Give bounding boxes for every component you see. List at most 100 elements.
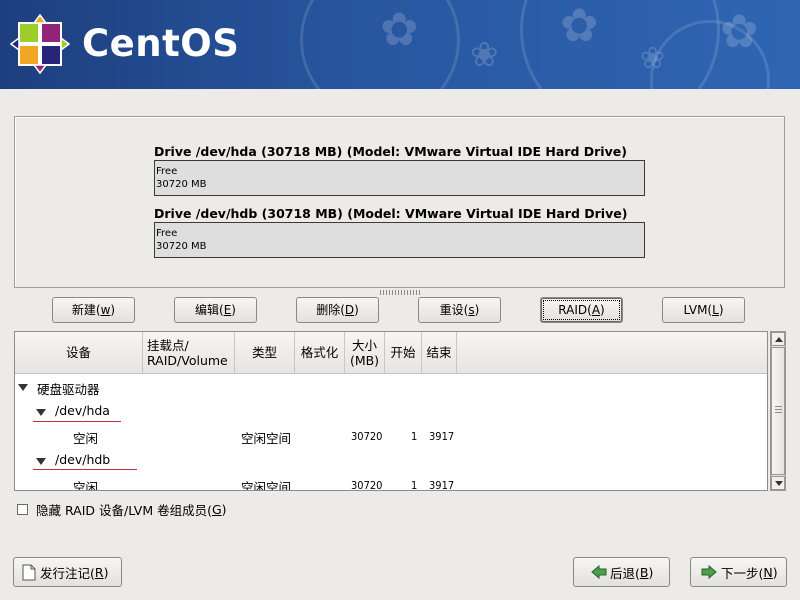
arrow-left-icon: [591, 565, 607, 579]
new-button[interactable]: 新建(W): [52, 297, 135, 323]
mnemonic: D: [344, 303, 355, 317]
button-label: 发行注记(: [40, 565, 95, 581]
device-cell: 硬盘驱动器: [37, 382, 100, 397]
header-label: 设备: [65, 345, 91, 360]
type-cell: 空闲空间: [241, 480, 292, 491]
drive-segment-free[interactable]: Free 30720 MB: [154, 222, 645, 258]
drive-title: Drive /dev/hdb (30718 MB) (Model: VMware…: [154, 206, 628, 221]
button-label-suffix: ): [772, 564, 778, 580]
expander-down-icon[interactable]: [36, 409, 46, 416]
raid-button[interactable]: RAID(A): [540, 297, 623, 323]
annotation-underline: [33, 469, 137, 470]
end-cell: 3917: [429, 430, 455, 443]
header-label: 开始: [390, 345, 416, 360]
button-label: 删除(: [316, 303, 345, 317]
button-label: LVM(: [683, 303, 713, 317]
tree-row-hard-drives[interactable]: 硬盘驱动器: [15, 375, 767, 399]
table-vertical-scrollbar[interactable]: [770, 331, 786, 491]
drive-segment-free[interactable]: Free 30720 MB: [154, 160, 645, 196]
end-cell: 3917: [429, 479, 455, 491]
column-header-size[interactable]: 大小 (MB): [345, 332, 385, 373]
flower-icon: ✿: [720, 4, 759, 58]
column-header-start[interactable]: 开始: [385, 332, 422, 373]
scroll-down-button[interactable]: [771, 476, 785, 490]
segment-size: 30720 MB: [156, 241, 207, 252]
segment-label: Free: [156, 166, 178, 177]
expander-down-icon[interactable]: [36, 458, 46, 465]
mnemonic: W: [100, 303, 111, 317]
button-label: 新建(: [71, 303, 101, 317]
button-label: 后退(: [610, 565, 640, 581]
back-button[interactable]: 后退(B): [573, 557, 670, 587]
tree-row-free-space[interactable]: 空闲 空闲空间 30720 1 3917: [15, 473, 767, 491]
device-cell: /dev/hdb: [55, 452, 111, 467]
flower-icon: ❀: [640, 41, 666, 76]
mnemonic: R: [94, 564, 104, 580]
scroll-thumb[interactable]: [771, 347, 785, 475]
header-label: 挂载点/: [147, 337, 189, 353]
mnemonic: G: [211, 502, 222, 517]
button-label-suffix: ): [600, 303, 605, 317]
checkbox-label-suffix: ): [221, 502, 227, 517]
column-header-type[interactable]: 类型: [235, 332, 295, 373]
header-label: RAID/Volume: [147, 352, 228, 368]
button-label-suffix: ): [110, 303, 116, 317]
type-cell: 空闲空间: [241, 431, 292, 446]
device-cell: 空闲: [73, 480, 99, 491]
drive-title: Drive /dev/hda (30718 MB) (Model: VMware…: [154, 144, 627, 159]
centos-logo-icon: [10, 14, 70, 74]
partition-tree-table[interactable]: 设备 挂载点/RAID/Volume 类型 格式化 大小 (MB) 开始 结束 硬…: [14, 331, 768, 491]
flower-icon: ✿: [380, 2, 419, 56]
mnemonic: B: [639, 564, 649, 580]
button-label: 重设(: [439, 303, 469, 317]
button-label-suffix: ): [648, 564, 654, 580]
header-label: (MB): [349, 352, 380, 368]
column-header-device[interactable]: 设备: [15, 332, 143, 373]
column-header-end[interactable]: 结束: [422, 332, 457, 373]
release-notes-button[interactable]: 发行注记(R): [13, 557, 122, 587]
arrow-up-icon: [775, 337, 783, 342]
button-label-suffix: ): [103, 564, 109, 580]
button-label-suffix: ): [718, 303, 724, 317]
document-icon: [22, 564, 36, 580]
segment-size: 30720 MB: [156, 179, 207, 190]
button-label-suffix: ): [474, 303, 480, 317]
header-banner: ✿ ❀ ✿ ❀ ✿ CentOS: [0, 0, 800, 89]
header-label: 类型: [251, 345, 277, 360]
drive-graph-panel: Drive /dev/hda (30718 MB) (Model: VMware…: [14, 116, 785, 288]
logo-text: CentOS: [82, 22, 240, 65]
button-label-suffix: ): [354, 303, 359, 317]
checkbox-box[interactable]: [17, 504, 28, 515]
header-label: 格式化: [300, 345, 339, 360]
annotation-underline: [33, 421, 121, 422]
mnemonic: L: [712, 303, 719, 317]
delete-button[interactable]: 删除(D): [296, 297, 379, 323]
tree-row-free-space[interactable]: 空闲 空闲空间 30720 1 3917: [15, 424, 767, 448]
column-header-format[interactable]: 格式化: [295, 332, 345, 373]
flower-icon: ❀: [470, 35, 499, 75]
expander-down-icon[interactable]: [18, 384, 28, 391]
hide-raid-lvm-checkbox[interactable]: 隐藏 RAID 设备/LVM 卷组成员(G): [17, 500, 227, 519]
size-cell: 30720: [351, 479, 383, 491]
header-label: 大小: [351, 337, 377, 353]
edit-button[interactable]: 编辑(E): [174, 297, 257, 323]
button-label: 下一步(: [721, 565, 764, 581]
mnemonic: N: [763, 564, 773, 580]
tree-row-dev-hda[interactable]: /dev/hda: [15, 399, 767, 423]
next-button[interactable]: 下一步(N): [690, 557, 787, 587]
pane-resize-handle[interactable]: [380, 290, 420, 295]
reset-button[interactable]: 重设(S): [418, 297, 501, 323]
start-cell: 1: [411, 430, 418, 443]
segment-label: Free: [156, 228, 178, 239]
lvm-button[interactable]: LVM(L): [662, 297, 745, 323]
start-cell: 1: [411, 479, 418, 491]
button-label: 编辑(: [195, 303, 224, 317]
column-header-mount[interactable]: 挂载点/RAID/Volume: [143, 332, 235, 373]
tree-row-dev-hdb[interactable]: /dev/hdb: [15, 448, 767, 472]
header-label: 结束: [426, 345, 452, 360]
scroll-up-button[interactable]: [771, 332, 785, 346]
arrow-right-icon: [701, 565, 717, 579]
device-cell: 空闲: [73, 431, 99, 446]
size-cell: 30720: [351, 430, 383, 443]
grip-icon: [775, 406, 782, 414]
